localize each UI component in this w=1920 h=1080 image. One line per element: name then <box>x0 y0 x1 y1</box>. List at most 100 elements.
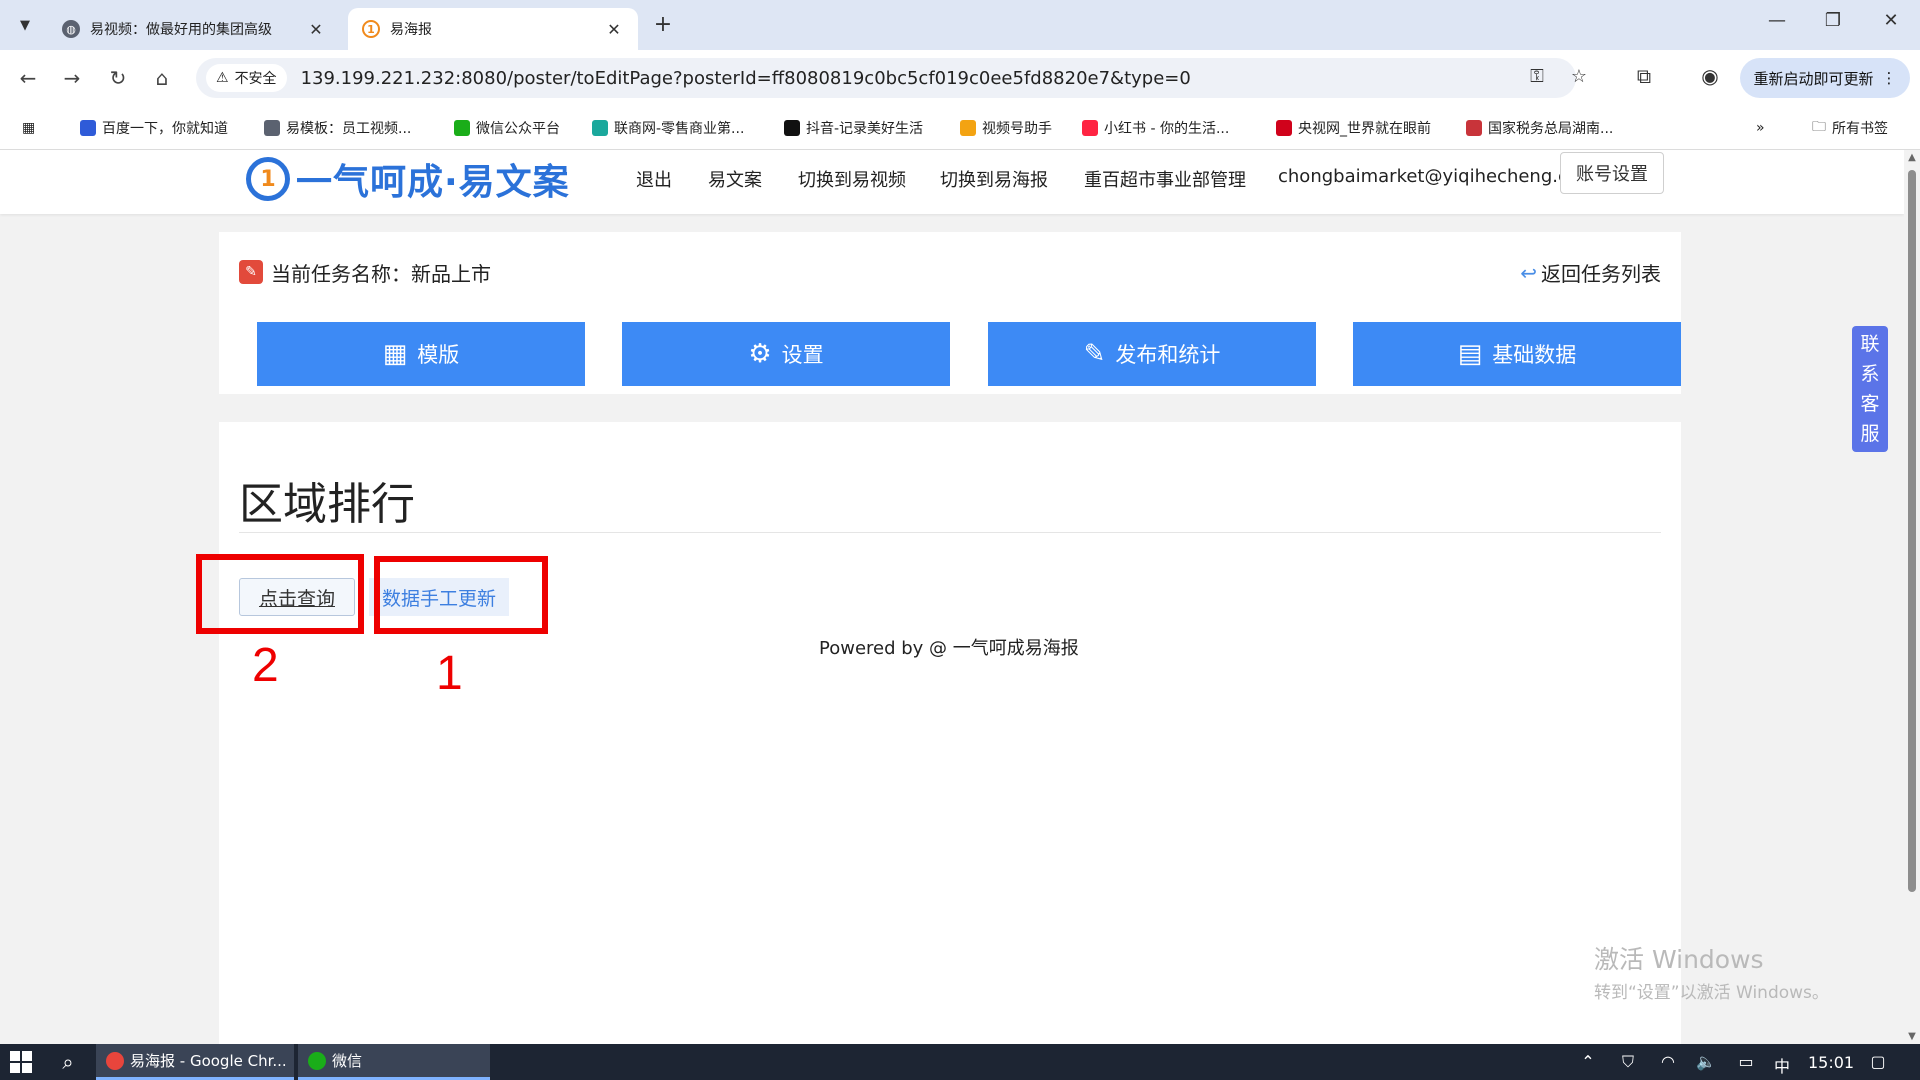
taskbar-chrome[interactable]: 易海报 - Google Chr... <box>96 1044 294 1080</box>
windows-start-icon[interactable] <box>10 1051 32 1073</box>
bookmark-item[interactable]: 易模板：员工视频... <box>264 116 411 140</box>
close-icon[interactable]: ✕ <box>306 20 326 39</box>
browser-toolbar: ← → ↻ ⌂ ⚠ 不安全 139.199.221.232:8080/poste… <box>0 50 1920 106</box>
battery-icon[interactable]: ▭ <box>1734 1052 1758 1071</box>
all-bookmarks[interactable]: 🗀 所有书签 <box>1812 116 1888 140</box>
url-text[interactable]: 139.199.221.232:8080/poster/toEditPage?p… <box>301 68 1191 89</box>
basic-data-button[interactable]: ▤ 基础数据 <box>1353 322 1681 386</box>
template-button-label: 模版 <box>417 343 460 367</box>
yihaibao-logo-icon: 1 <box>362 20 380 38</box>
nav-switch-poster[interactable]: 切换到易海报 <box>940 166 1048 192</box>
site-logo[interactable]: 1 一气呵成·易文案 <box>246 154 570 204</box>
nav-logout[interactable]: 退出 <box>636 166 672 192</box>
powered-by-text: Powered by @ 一气呵成易海报 <box>819 638 1079 659</box>
profile-icon[interactable]: ◉ <box>1696 64 1724 88</box>
bookmark-item[interactable]: 联商网-零售商业第... <box>592 116 744 140</box>
home-icon[interactable]: ⌂ <box>148 64 176 92</box>
page-scrollbar[interactable]: ▲ ▼ <box>1904 150 1920 1044</box>
task-panel: ✎ 当前任务名称：新品上市 ↩ 返回任务列表 ▦ 模版 ⚙ 设置 ✎ 发布和统计… <box>219 232 1681 394</box>
service-char: 客 <box>1860 393 1880 415</box>
bookmark-item[interactable]: 视频号助手 <box>960 116 1052 140</box>
settings-button[interactable]: ⚙ 设置 <box>622 322 950 386</box>
logo-text: 一气呵成·易文案 <box>296 162 570 203</box>
scroll-up-icon[interactable]: ▲ <box>1906 152 1918 163</box>
warning-icon: ⚠ <box>216 70 229 86</box>
new-tab-button[interactable]: + <box>650 12 676 37</box>
template-button[interactable]: ▦ 模版 <box>257 322 585 386</box>
update-label: 重新启动即可更新 <box>1753 69 1874 88</box>
folder-icon: 🗀 <box>1812 119 1826 135</box>
current-task-label: 当前任务名称：新品上市 <box>271 262 491 286</box>
bookmark-item[interactable]: 国家税务总局湖南... <box>1466 116 1613 140</box>
bookmark-item[interactable]: 抖音-记录美好生活 <box>784 116 923 140</box>
service-char: 联 <box>1860 333 1880 355</box>
chrome-icon <box>106 1051 124 1070</box>
star-icon[interactable]: ☆ <box>1566 66 1592 87</box>
restore-icon[interactable]: ❐ <box>1818 10 1848 31</box>
nav-account-email[interactable]: chongbaimarket@yiqihecheng.cc <box>1278 166 1578 187</box>
ime-indicator[interactable]: 中 <box>1774 1053 1790 1077</box>
minimize-icon[interactable]: — <box>1762 10 1792 31</box>
taskbar-app-label: 易海报 - Google Chr... <box>130 1052 287 1070</box>
nav-switch-video[interactable]: 切换到易视频 <box>798 166 906 192</box>
account-settings-button[interactable]: 账号设置 <box>1560 152 1664 194</box>
tab-yishipin[interactable]: ◍ 易视频：做最好用的集团高级 ✕ <box>48 8 340 50</box>
shield-icon[interactable]: ⛉ <box>1616 1052 1640 1072</box>
close-icon[interactable]: ✕ <box>604 20 624 39</box>
publish-stats-button-label: 发布和统计 <box>1115 343 1221 367</box>
chevron-double-right-icon[interactable]: » <box>1756 116 1765 140</box>
bookmark-item[interactable]: 百度一下，你就知道 <box>80 116 228 140</box>
title-divider <box>239 532 1661 533</box>
back-arrow-icon[interactable]: ← <box>14 64 42 92</box>
scroll-thumb[interactable] <box>1908 170 1916 892</box>
bookmark-item[interactable]: 央视网_世界就在眼前 <box>1276 116 1431 140</box>
basic-data-button-label: 基础数据 <box>1492 343 1577 367</box>
wechat-icon <box>308 1051 326 1070</box>
edit-icon: ✎ <box>1083 339 1106 369</box>
tray-chevron-up-icon[interactable]: ⌃ <box>1576 1052 1600 1071</box>
section-title: 区域排行 <box>239 479 415 530</box>
tab-search-button[interactable]: ▼ <box>10 10 40 40</box>
update-chrome-button[interactable]: 重新启动即可更新 ⋮ <box>1740 58 1910 98</box>
chevron-down-icon: ▼ <box>20 17 30 33</box>
speaker-muted-icon[interactable]: 🔈 <box>1694 1052 1718 1071</box>
bookmark-item[interactable]: 小红书 - 你的生活... <box>1082 116 1229 140</box>
nav-yiwenan[interactable]: 易文案 <box>708 166 762 192</box>
forward-arrow-icon[interactable]: → <box>58 64 86 92</box>
tab-yihaibao[interactable]: 1 易海报 ✕ <box>348 8 638 50</box>
bookmark-label: 国家税务总局湖南... <box>1488 121 1614 137</box>
service-char: 服 <box>1860 423 1880 445</box>
clock[interactable]: 15:01 <box>1808 1053 1854 1072</box>
tab-title: 易海报 <box>390 22 432 38</box>
gear-icon: ⚙ <box>748 339 772 369</box>
nav-division-management[interactable]: 重百超市事业部管理 <box>1084 166 1246 192</box>
wechat-icon <box>454 120 470 136</box>
browser-tab-bar: ▼ ◍ 易视频：做最好用的集团高级 ✕ 1 易海报 ✕ + — ❐ ✕ <box>0 0 1920 50</box>
content-panel: 区域排行 点击查询 数据手工更新 Powered by @ 一气呵成易海报 <box>219 422 1681 1044</box>
reload-icon[interactable]: ↻ <box>104 64 132 92</box>
report-icon: ▤ <box>1457 339 1483 369</box>
search-icon[interactable]: ⌕ <box>56 1050 80 1074</box>
security-chip[interactable]: ⚠ 不安全 <box>206 64 287 92</box>
extensions-icon[interactable]: ⧉ <box>1630 64 1658 88</box>
wifi-icon[interactable]: ◠ <box>1656 1052 1680 1071</box>
back-link-label: 返回任务列表 <box>1541 262 1661 286</box>
tab-title: 易视频：做最好用的集团高级 <box>90 22 272 38</box>
scroll-down-icon[interactable]: ▼ <box>1906 1031 1918 1042</box>
key-icon[interactable]: ⚿ <box>1524 66 1550 87</box>
notification-icon[interactable]: ▢ <box>1866 1052 1890 1071</box>
contact-service-tab[interactable]: 联 系 客 服 <box>1852 326 1888 452</box>
windows-taskbar: ⌕ 易海报 - Google Chr... 微信 ⌃ ⛉ ◠ 🔈 ▭ 中 15:… <box>0 1044 1920 1080</box>
publish-stats-button[interactable]: ✎ 发布和统计 <box>988 322 1316 386</box>
apps-grid-icon[interactable]: ▦ <box>22 116 35 140</box>
watermark-line-2: 转到“设置”以激活 Windows。 <box>1594 983 1829 1003</box>
taskbar-wechat[interactable]: 微信 <box>298 1044 490 1080</box>
bookmark-label: 微信公众平台 <box>476 121 560 137</box>
bookmark-item[interactable]: 微信公众平台 <box>454 116 560 140</box>
bookmark-label: 央视网_世界就在眼前 <box>1298 121 1431 137</box>
back-to-task-list[interactable]: ↩ 返回任务列表 <box>1520 258 1661 287</box>
channels-icon <box>960 120 976 136</box>
globe-icon: ◍ <box>62 20 80 38</box>
address-bar[interactable]: ⚠ 不安全 139.199.221.232:8080/poster/toEdit… <box>196 58 1587 98</box>
window-close-icon[interactable]: ✕ <box>1876 10 1906 31</box>
